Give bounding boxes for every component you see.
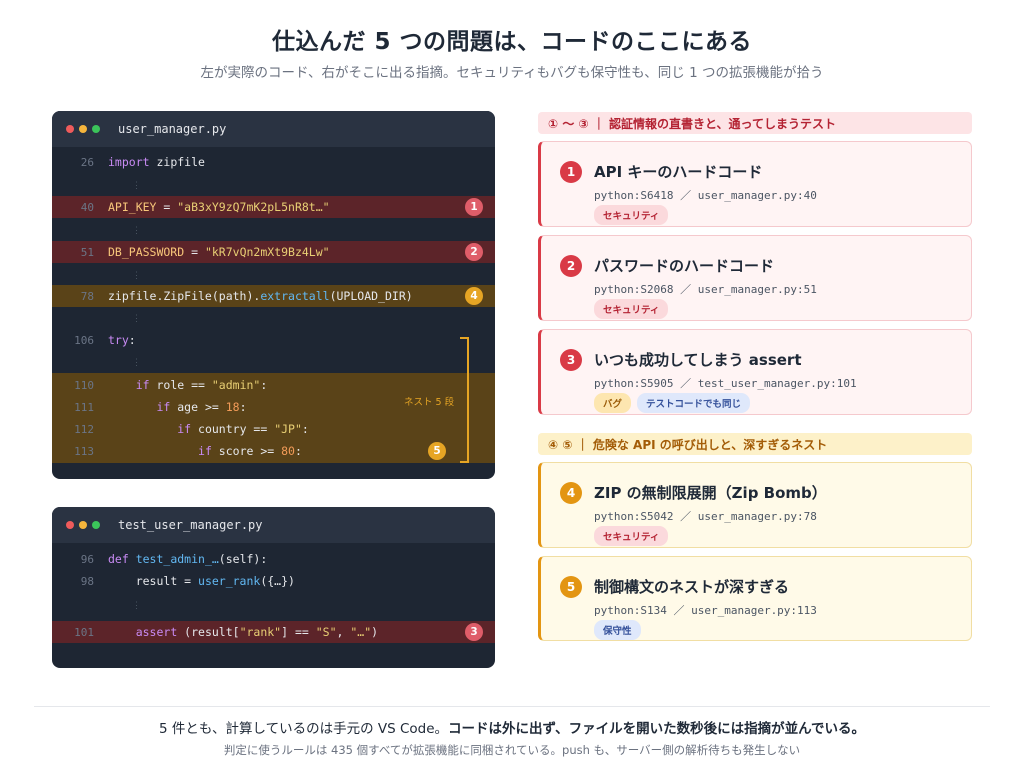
- issue-number: 5: [560, 576, 582, 598]
- editor-titlebar: test_user_manager.py: [52, 507, 495, 543]
- footer-text: 5 件とも、計算しているのは手元の VS Code。: [159, 721, 449, 737]
- group-header-dangerous-api: ④ ⑤ ｜ 危険な API の呼び出しと、深すぎるネスト: [538, 433, 972, 455]
- code-line-highlighted[interactable]: 40 API_KEY = "aB3xY9zQ7mK2pL5nR8t…" 1: [52, 196, 495, 218]
- code-line[interactable]: 110 if role == "admin":: [52, 374, 495, 396]
- issue-number: 2: [560, 255, 582, 277]
- maximize-dot-icon[interactable]: [92, 125, 100, 133]
- line-number: 101: [74, 625, 94, 639]
- tag-bug: バグ: [594, 393, 632, 413]
- gap-marker: ⋮: [132, 181, 141, 191]
- line-number: 98: [80, 574, 94, 588]
- issue-badge[interactable]: 2: [465, 243, 483, 261]
- issue-badge[interactable]: 1: [465, 198, 483, 216]
- code-line[interactable]: 96 def test_admin_…(self):: [52, 548, 495, 570]
- tag-maintainability: 保守性: [594, 620, 641, 640]
- line-number: 110: [74, 378, 94, 392]
- nest-label: ネスト 5 段: [404, 397, 455, 408]
- issue-card-5[interactable]: 5 制御構文のネストが深すぎる python:S134 ／ user_manag…: [538, 556, 972, 641]
- issue-card-2[interactable]: 2 パスワードのハードコード python:S2068 ／ user_manag…: [538, 235, 972, 321]
- issue-number: 4: [560, 482, 582, 504]
- maximize-dot-icon[interactable]: [92, 521, 100, 529]
- code-line-highlighted[interactable]: 78 zipfile.ZipFile(path).extractall(UPLO…: [52, 285, 495, 307]
- issue-card-4[interactable]: 4 ZIP の無制限展開（Zip Bomb） python:S5042 ／ us…: [538, 462, 972, 548]
- footer-emphasis: コードは外に出ず、ファイルを開いた数秒後には指摘が並んでいる。: [448, 721, 865, 737]
- minimize-dot-icon[interactable]: [79, 125, 87, 133]
- close-dot-icon[interactable]: [66, 125, 74, 133]
- page-subtitle: 左が実際のコード、右がそこに出る指摘。セキュリティもバグも保守性も、同じ 1 つ…: [200, 65, 824, 81]
- code-line[interactable]: 112 if country == "JP":: [52, 418, 495, 440]
- issue-meta: python:S6418 ／ user_manager.py:40: [594, 189, 817, 202]
- issue-meta: python:S5905 ／ test_user_manager.py:101: [594, 377, 857, 390]
- issue-badge[interactable]: 4: [465, 287, 483, 305]
- issue-title: パスワードのハードコード: [594, 257, 775, 275]
- tag-security: セキュリティ: [594, 299, 669, 319]
- nest-bracket: [460, 337, 469, 463]
- issue-title: ZIP の無制限展開（Zip Bomb）: [594, 484, 827, 502]
- footer-divider: [34, 706, 990, 707]
- editor-user-manager: user_manager.py 26 import zipfile ⋮ 40 A…: [52, 111, 495, 479]
- issue-meta: python:S2068 ／ user_manager.py:51: [594, 283, 817, 296]
- line-number: 51: [80, 245, 94, 259]
- editor-filename: test_user_manager.py: [118, 518, 263, 532]
- issue-title: いつも成功してしまう assert: [594, 351, 802, 369]
- tag-security: セキュリティ: [594, 526, 669, 546]
- page-title: 仕込んだ 5 つの問題は、コードのここにある: [271, 29, 753, 55]
- footer-line-1: 5 件とも、計算しているのは手元の VS Code。コードは外に出ず、ファイルを…: [0, 717, 1024, 737]
- line-number: 96: [80, 552, 94, 566]
- issue-meta: python:S5042 ／ user_manager.py:78: [594, 510, 817, 523]
- gap-marker: ⋮: [132, 358, 141, 368]
- line-number: 26: [80, 155, 94, 169]
- line-number: 78: [80, 289, 94, 303]
- line-number: 40: [80, 200, 94, 214]
- gap-marker: ⋮: [132, 226, 141, 236]
- editor-titlebar: user_manager.py: [52, 111, 495, 147]
- tag-test-code: テストコードでも同じ: [637, 393, 751, 413]
- editor-filename: user_manager.py: [118, 122, 227, 136]
- line-number: 112: [74, 422, 94, 436]
- tag-security: セキュリティ: [594, 205, 669, 225]
- code-line-highlighted[interactable]: 51 DB_PASSWORD = "kR7vQn2mXt9Bz4Lw" 2: [52, 241, 495, 263]
- issue-number: 1: [560, 161, 582, 183]
- issue-title: API キーのハードコード: [594, 163, 763, 181]
- close-dot-icon[interactable]: [66, 521, 74, 529]
- gap-marker: ⋮: [132, 601, 141, 611]
- code-line[interactable]: 106 try:: [52, 329, 495, 351]
- code-line[interactable]: 98 result = user_rank({…}): [52, 570, 495, 592]
- issue-card-3[interactable]: 3 いつも成功してしまう assert python:S5905 ／ test_…: [538, 329, 972, 415]
- group-header-credentials: ① 〜 ③ ｜ 認証情報の直書きと、通ってしまうテスト: [538, 112, 972, 134]
- code-line-highlighted[interactable]: 101 assert (result["rank"] == "S", "…") …: [52, 621, 495, 643]
- issue-badge[interactable]: 5: [428, 442, 446, 460]
- code-line[interactable]: 26 import zipfile: [52, 151, 495, 173]
- minimize-dot-icon[interactable]: [79, 521, 87, 529]
- footer-line-2: 判定に使うルールは 435 個すべてが拡張機能に同梱されている。push も、サ…: [223, 743, 801, 757]
- line-number: 113: [74, 444, 94, 458]
- issue-number: 3: [560, 349, 582, 371]
- gap-marker: ⋮: [132, 271, 141, 281]
- line-number: 111: [74, 400, 94, 414]
- issue-title: 制御構文のネストが深すぎる: [594, 578, 790, 596]
- issue-card-1[interactable]: 1 API キーのハードコード python:S6418 ／ user_mana…: [538, 141, 972, 227]
- gap-marker: ⋮: [132, 314, 141, 324]
- line-number: 106: [74, 333, 94, 347]
- issue-meta: python:S134 ／ user_manager.py:113: [594, 604, 817, 617]
- editor-test-user-manager: test_user_manager.py 96 def test_admin_……: [52, 507, 495, 668]
- issue-badge[interactable]: 3: [465, 623, 483, 641]
